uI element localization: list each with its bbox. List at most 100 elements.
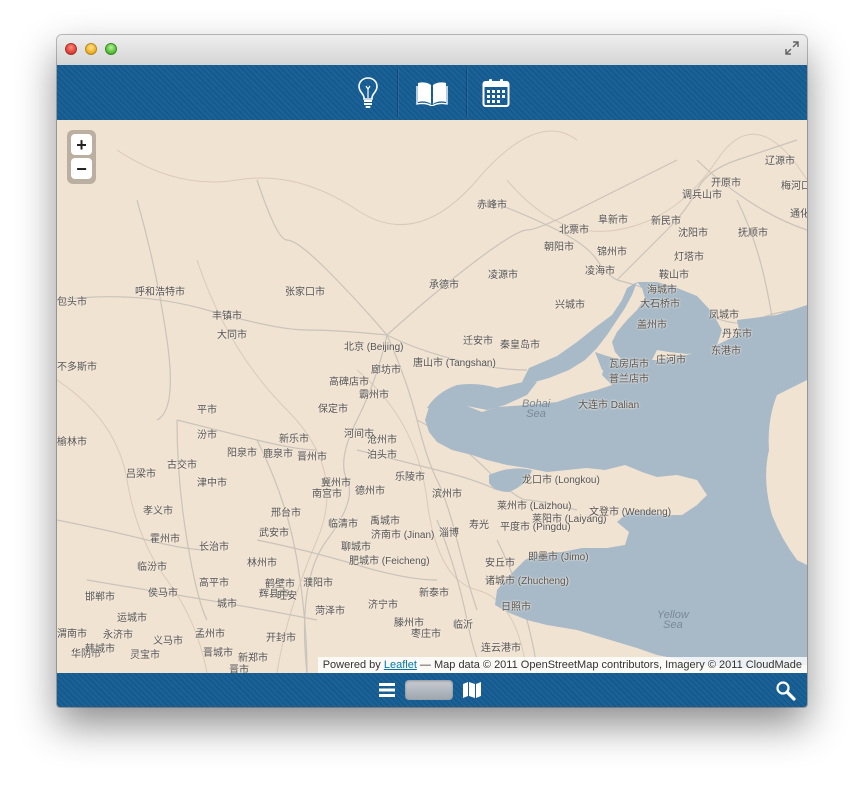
- place-label: 永济市: [103, 630, 133, 641]
- place-label: 大石桥市: [640, 299, 680, 310]
- search-icon[interactable]: [775, 680, 797, 702]
- zoom-control: + −: [67, 130, 96, 184]
- place-label: 文登市 (Wendeng): [589, 507, 672, 518]
- map-attribution: Powered by Leaflet — Map data © 2011 Ope…: [317, 657, 807, 673]
- place-label: 汾市: [197, 430, 217, 441]
- place-label: 赤峰市: [477, 200, 507, 211]
- place-label: 诸城市 (Zhucheng): [485, 576, 569, 587]
- zoom-in-button[interactable]: +: [71, 134, 92, 155]
- place-label: 即墨市 (Jimo): [528, 552, 589, 563]
- place-label: 渭南市: [57, 629, 87, 640]
- app-window: Bohai Sea Yellow Sea 赤峰市 北票市 阜新市 新民市 开原市 辽源市 梅河口…: [57, 35, 807, 707]
- calendar-button[interactable]: [462, 65, 530, 120]
- place-label: 梅河口: [781, 181, 807, 192]
- place-label: 调兵山市: [682, 190, 722, 201]
- place-label: 济南市 (Jinan): [371, 530, 435, 541]
- place-label: 保定市: [318, 404, 348, 415]
- place-label: 凌源市: [488, 270, 518, 281]
- place-label: 义马市: [153, 636, 183, 647]
- place-label: 泊头市: [367, 450, 397, 461]
- place-label: 孝义市: [143, 506, 173, 517]
- place-label: 鞍山市: [659, 270, 689, 281]
- place-label: 灯塔市: [674, 252, 704, 263]
- place-label: 唐山市 (Tangshan): [413, 358, 496, 369]
- book-icon: [416, 81, 448, 106]
- close-window-button[interactable]: [65, 43, 77, 55]
- sea-label: Yellow Sea: [657, 609, 689, 631]
- place-label: 淄博: [439, 528, 459, 539]
- place-label: 凌海市: [585, 266, 615, 277]
- place-label: 晋市: [229, 665, 249, 673]
- place-label: 临沂: [453, 620, 473, 631]
- lightbulb-button[interactable]: [334, 65, 402, 120]
- place-label: 肥城市 (Feicheng): [349, 556, 430, 567]
- calendar-icon: [482, 78, 510, 107]
- place-label: 霸州市: [359, 390, 389, 401]
- place-label: 通化: [790, 209, 807, 220]
- leaflet-link[interactable]: Leaflet: [384, 659, 417, 671]
- title-bar: [57, 35, 807, 66]
- place-label: 开封市: [266, 633, 296, 644]
- place-label: 东港市: [711, 346, 741, 357]
- place-label: 日照市: [501, 602, 531, 613]
- zoom-window-button[interactable]: [105, 43, 117, 55]
- book-button[interactable]: [398, 65, 466, 120]
- map-icon[interactable]: [462, 681, 482, 699]
- place-label: 吕梁市: [126, 469, 156, 480]
- sea-label: Bohai Sea: [522, 398, 551, 420]
- zoom-out-button[interactable]: −: [71, 158, 92, 179]
- place-label: 北票市: [559, 225, 589, 236]
- attribution-prefix: Powered by: [322, 659, 384, 671]
- place-label: 枣庄市: [411, 629, 441, 640]
- place-label: 晋城市: [203, 648, 233, 659]
- place-label: 瓦房店市: [609, 359, 649, 370]
- place-label: 乐陵市: [395, 472, 425, 483]
- place-label: 运城市: [117, 613, 147, 624]
- place-label: 兴城市: [555, 300, 585, 311]
- place-label: 包头市: [57, 297, 87, 308]
- fullscreen-icon[interactable]: [785, 41, 799, 55]
- place-label: 濮阳市: [303, 578, 333, 589]
- place-label: 连云港市: [481, 643, 521, 654]
- place-label: 长治市: [199, 542, 229, 553]
- view-toggle[interactable]: [405, 680, 453, 700]
- place-label: 城市: [217, 599, 237, 610]
- place-label: 庄河市: [656, 355, 686, 366]
- place-label: 临清市: [328, 519, 358, 530]
- place-label: 阜新市: [598, 215, 628, 226]
- place-label: 古交市: [167, 460, 197, 471]
- place-label: 寿光: [469, 520, 489, 531]
- place-label: 鹿泉市: [263, 449, 293, 460]
- lightbulb-icon: [358, 76, 378, 108]
- place-label: 滨州市: [432, 489, 462, 500]
- list-icon[interactable]: [378, 682, 396, 698]
- place-label: 海城市: [647, 285, 677, 296]
- place-label: 沧州市: [367, 435, 397, 446]
- place-label: 廊坊市: [371, 365, 401, 376]
- place-label: 沈阳市: [678, 228, 708, 239]
- minimize-window-button[interactable]: [85, 43, 97, 55]
- place-label: 霍州市: [150, 534, 180, 545]
- place-label: 林州市: [247, 558, 277, 569]
- place-label: 武安市: [259, 528, 289, 539]
- place-label: 旺安: [277, 591, 297, 602]
- place-label: 晋州市: [297, 452, 327, 463]
- place-label: 抚顺市: [738, 228, 768, 239]
- place-label: 高平市: [199, 578, 229, 589]
- place-label: 平市: [197, 405, 217, 416]
- place-label: 锦州市: [597, 247, 627, 258]
- attribution-text: — Map data © 2011 OpenStreetMap contribu…: [416, 659, 802, 671]
- place-label: 侯马市: [148, 588, 178, 599]
- place-label: 邢台市: [271, 508, 301, 519]
- place-label: 临汾市: [137, 562, 167, 573]
- place-label: 榆林市: [57, 437, 87, 448]
- place-label: 韩城市: [85, 644, 115, 655]
- top-toolbar: [57, 65, 807, 120]
- place-label: 丹东市: [722, 329, 752, 340]
- place-label: 禹城市: [370, 516, 400, 527]
- map-view[interactable]: Bohai Sea Yellow Sea 赤峰市 北票市 阜新市 新民市 开原市 辽源市 梅河口…: [57, 120, 807, 673]
- place-label: 普兰店市: [609, 374, 649, 385]
- place-label: 丰镇市: [212, 311, 242, 322]
- place-label: 济宁市: [368, 600, 398, 611]
- place-label: 平度市 (Pingdu): [500, 522, 571, 533]
